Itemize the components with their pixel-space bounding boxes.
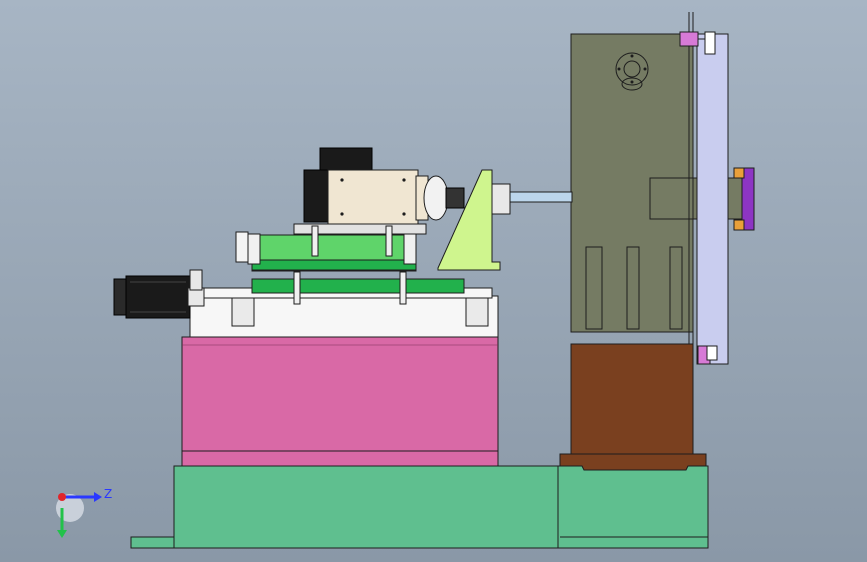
machine-base[interactable] xyxy=(130,465,709,549)
drive-shaft[interactable] xyxy=(509,191,573,203)
spindle-motor[interactable] xyxy=(303,147,465,225)
cad-viewport[interactable]: Z xyxy=(0,0,867,562)
axis-triad xyxy=(56,492,102,538)
servo-motor-icon[interactable] xyxy=(113,269,205,319)
support-bracket[interactable] xyxy=(437,169,511,271)
z-axis-label: Z xyxy=(104,487,113,501)
pedestal-block[interactable] xyxy=(181,336,499,467)
lower-carriage[interactable] xyxy=(189,287,499,338)
assembly-drawing xyxy=(56,12,755,549)
column-riser[interactable] xyxy=(559,343,707,471)
